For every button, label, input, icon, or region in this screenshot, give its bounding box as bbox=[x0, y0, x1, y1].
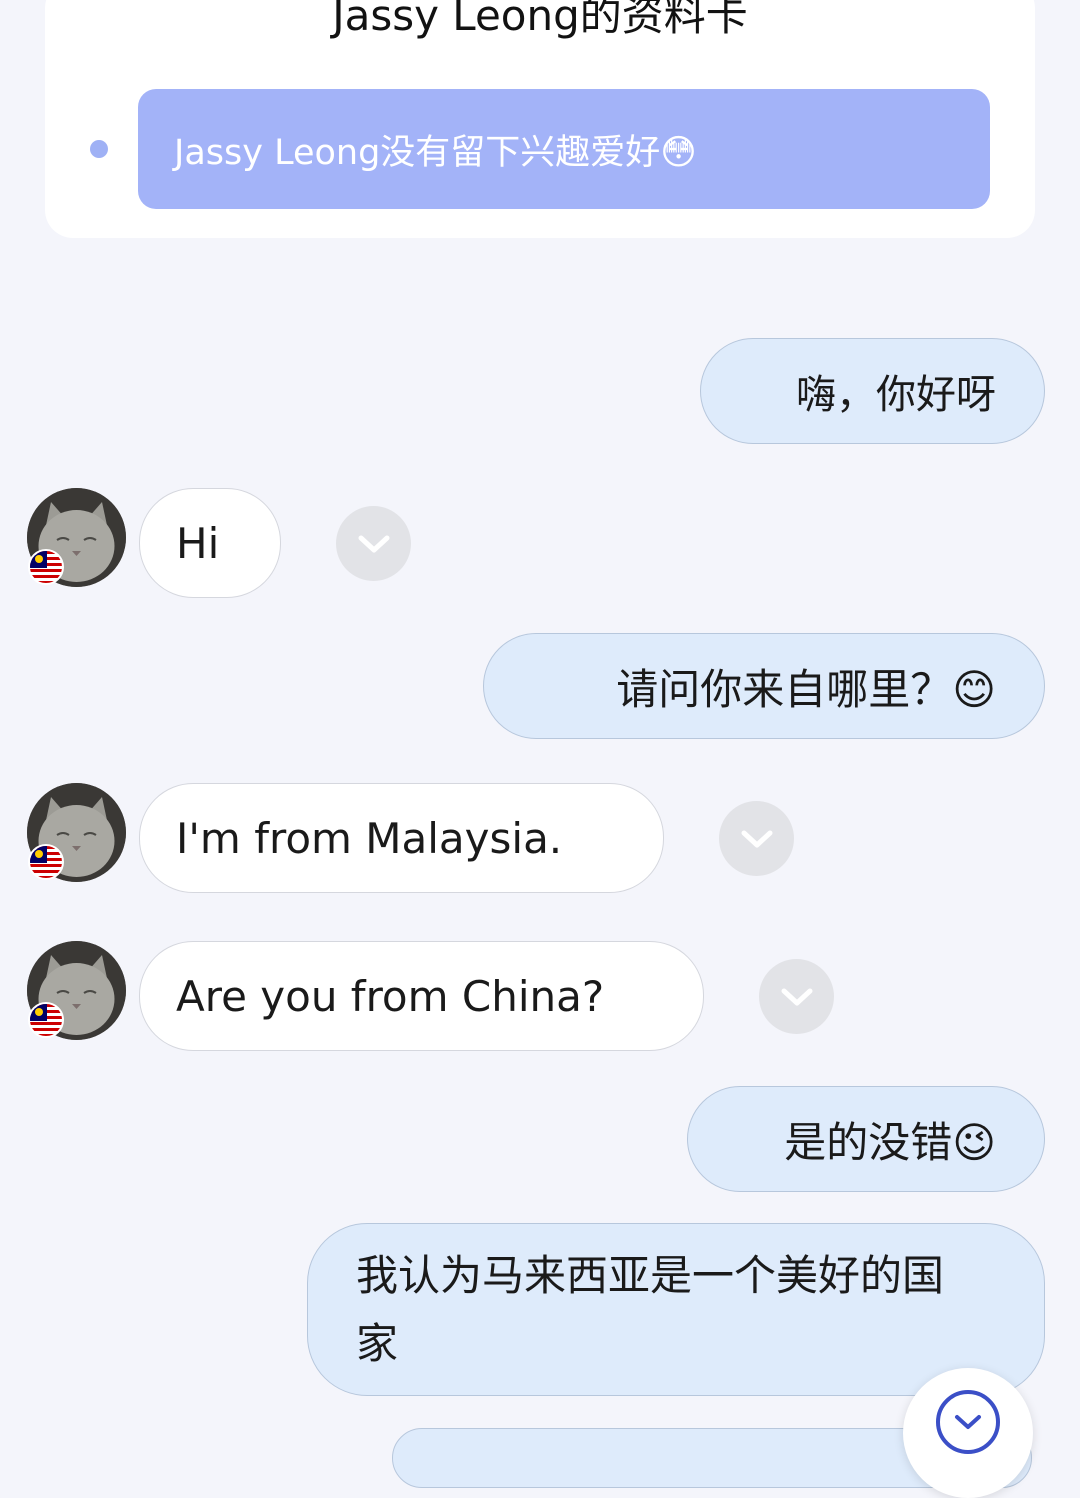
message-bubble-theirs[interactable]: Are you from China? bbox=[139, 941, 704, 1051]
malaysia-flag-icon bbox=[28, 549, 64, 585]
chevron-down-icon bbox=[741, 830, 772, 847]
message-bubble-mine[interactable]: 嗨，你好呀 bbox=[700, 338, 1045, 444]
hobby-pill: Jassy Leong没有留下兴趣爱好😳 bbox=[138, 89, 990, 209]
scroll-down-button[interactable] bbox=[903, 1368, 1033, 1498]
message-bubble-theirs[interactable]: Hi bbox=[139, 488, 281, 598]
profile-card: Jassy Leong的资料卡 Jassy Leong没有留下兴趣爱好😳 bbox=[45, 0, 1035, 238]
profile-card-title: Jassy Leong的资料卡 bbox=[332, 0, 748, 40]
hobby-text: Jassy Leong没有留下兴趣爱好😳 bbox=[174, 132, 697, 173]
bullet-dot bbox=[90, 140, 108, 158]
contact-avatar[interactable] bbox=[27, 941, 126, 1040]
translate-button[interactable] bbox=[719, 801, 794, 876]
malaysia-flag-icon bbox=[28, 844, 64, 880]
message-bubble-theirs[interactable]: I'm from Malaysia. bbox=[139, 783, 664, 893]
chevron-down-icon bbox=[781, 988, 812, 1005]
message-text: Hi bbox=[176, 518, 220, 568]
translate-button[interactable] bbox=[759, 959, 834, 1034]
translate-button[interactable] bbox=[336, 506, 411, 581]
malaysia-flag-icon bbox=[28, 1002, 64, 1038]
message-text: 请问你来自哪里？😊 bbox=[616, 664, 996, 714]
contact-avatar[interactable] bbox=[27, 783, 126, 882]
message-bubble-mine[interactable]: 我认为马来西亚是一个美好的国家 bbox=[307, 1223, 1045, 1396]
scroll-down-icon bbox=[936, 1390, 1000, 1454]
message-text: 我认为马来西亚是一个美好的国家 bbox=[356, 1250, 945, 1368]
message-bubble-mine[interactable]: 是的没错😉 bbox=[687, 1086, 1045, 1192]
contact-avatar[interactable] bbox=[27, 488, 126, 587]
message-text: 嗨，你好呀 bbox=[796, 372, 996, 418]
message-text: I'm from Malaysia. bbox=[176, 813, 563, 863]
message-text: Are you from China? bbox=[176, 971, 605, 1021]
message-text: 是的没错😉 bbox=[784, 1117, 996, 1167]
message-bubble-mine[interactable]: 请问你来自哪里？😊 bbox=[483, 633, 1045, 739]
chevron-down-icon bbox=[358, 535, 389, 552]
